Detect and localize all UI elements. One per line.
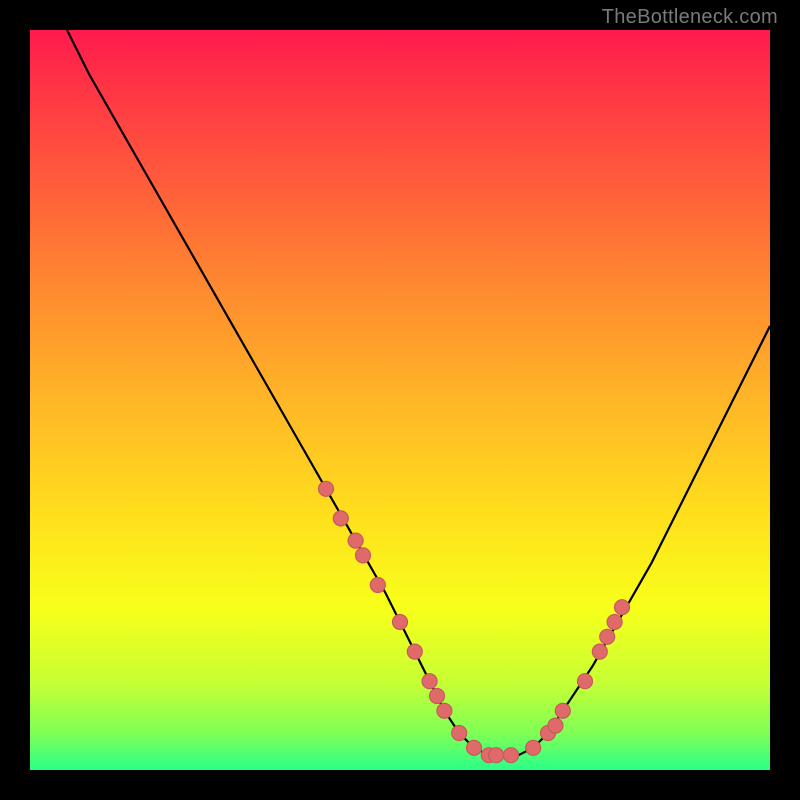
marker-dot xyxy=(489,748,504,763)
marker-dot xyxy=(430,689,445,704)
marker-dot xyxy=(555,703,570,718)
marker-dot xyxy=(437,703,452,718)
marker-dot xyxy=(607,615,622,630)
marker-dot xyxy=(548,718,563,733)
watermark-text: TheBottleneck.com xyxy=(602,6,778,29)
marker-dot xyxy=(526,740,541,755)
marker-dot xyxy=(333,511,348,526)
marker-dot xyxy=(393,615,408,630)
marker-dot xyxy=(452,726,467,741)
chart-stage: TheBottleneck.com xyxy=(0,0,800,800)
marker-dot xyxy=(592,644,607,659)
marker-dot xyxy=(578,674,593,689)
marker-dot xyxy=(348,533,363,548)
marker-dot xyxy=(504,748,519,763)
marker-dot xyxy=(356,548,371,563)
marker-dot xyxy=(615,600,630,615)
curve-markers xyxy=(319,481,630,762)
marker-dot xyxy=(370,578,385,593)
curve-layer xyxy=(30,30,770,770)
marker-dot xyxy=(600,629,615,644)
marker-dot xyxy=(467,740,482,755)
gradient-plot-area xyxy=(30,30,770,770)
marker-dot xyxy=(407,644,422,659)
marker-dot xyxy=(422,674,437,689)
marker-dot xyxy=(319,481,334,496)
